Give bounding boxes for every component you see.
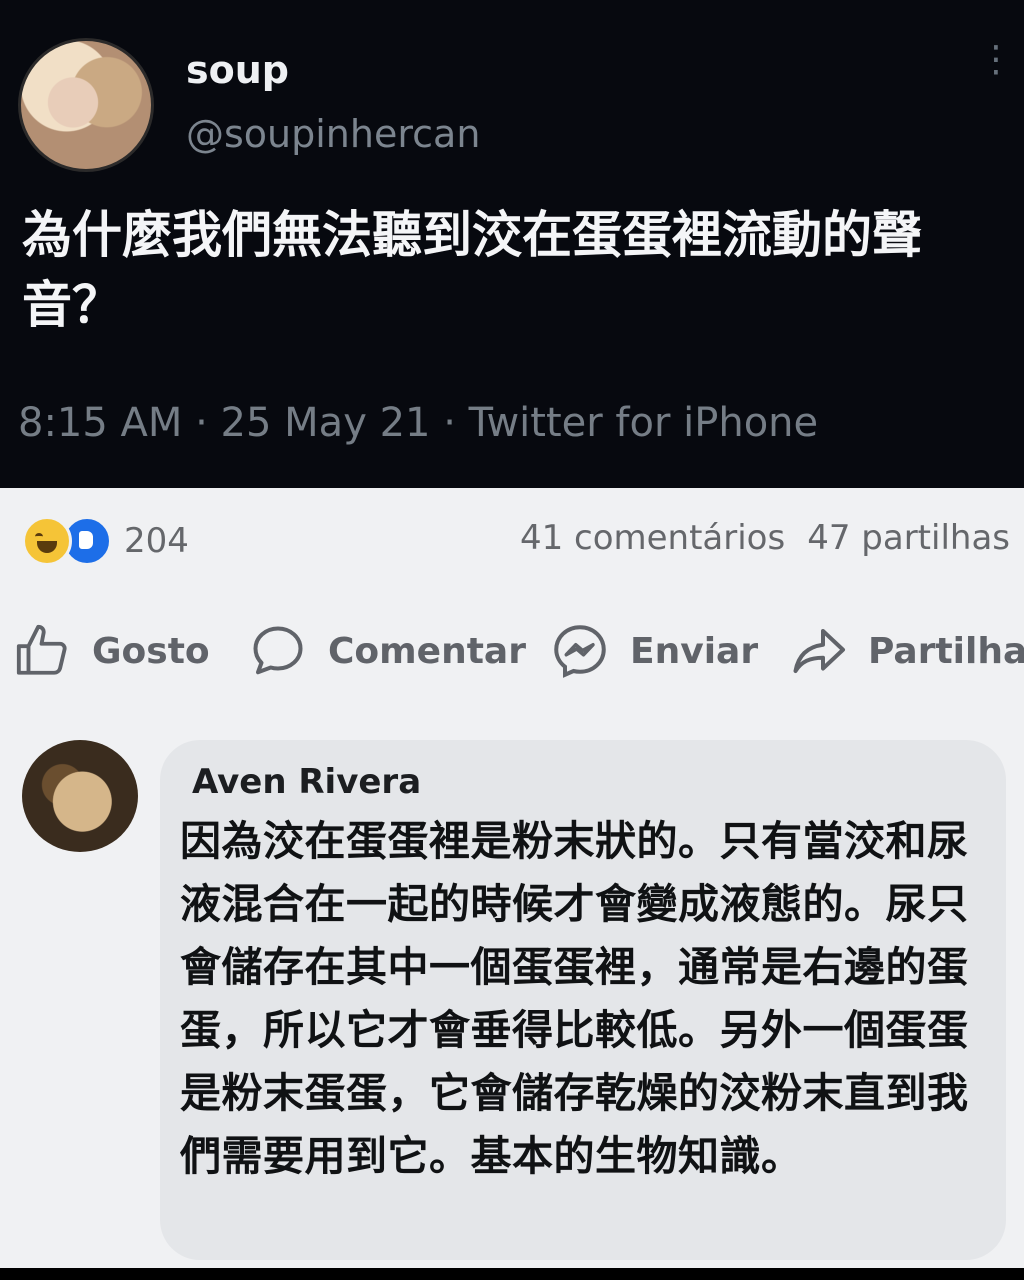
like-label: Gosto bbox=[92, 630, 210, 672]
share-button[interactable]: Partilhar bbox=[788, 616, 1024, 686]
share-label: Partilhar bbox=[868, 630, 1024, 672]
reactions-summary[interactable]: 204 bbox=[22, 516, 189, 566]
share-arrow-icon bbox=[793, 629, 845, 673]
comments-count[interactable]: 41 comentários bbox=[520, 518, 785, 558]
tweet-meta: 8:15 AM · 25 May 21 · Twitter for iPhone bbox=[18, 400, 819, 446]
messenger-icon bbox=[554, 625, 606, 678]
avatar[interactable] bbox=[18, 38, 154, 172]
thumbs-up-icon bbox=[16, 624, 67, 675]
speech-bubble-icon bbox=[253, 626, 303, 675]
like-button[interactable]: Gosto bbox=[14, 616, 210, 686]
haha-reaction-icon bbox=[22, 516, 72, 566]
action-bar: Gosto Comentar Enviar Partilhar bbox=[0, 616, 1024, 686]
author-handle[interactable]: @soupinhercan bbox=[186, 112, 480, 156]
more-options-icon[interactable]: ⋮ bbox=[978, 42, 1014, 100]
commenter-name[interactable]: Aven Rivera bbox=[192, 762, 421, 802]
tweet-text: 為什麼我們無法聽到洨在蛋蛋裡流動的聲音？ bbox=[22, 206, 922, 334]
comment-label: Comentar bbox=[328, 630, 526, 672]
facebook-post-footer: 204 41 comentários 47 partilhas Gosto Com… bbox=[0, 488, 1024, 1268]
send-label: Enviar bbox=[630, 630, 759, 672]
send-button[interactable]: Enviar bbox=[550, 616, 758, 686]
tweet-card: soup @soupinhercan ⋮ 為什麼我們無法聽到洨在蛋蛋裡流動的聲音… bbox=[0, 0, 1024, 488]
commenter-avatar[interactable] bbox=[22, 740, 138, 852]
reaction-count: 204 bbox=[124, 521, 189, 561]
shares-count[interactable]: 47 partilhas bbox=[807, 518, 1010, 558]
comment-button[interactable]: Comentar bbox=[248, 616, 526, 686]
comment-text: 因為洨在蛋蛋裡是粉末狀的。只有當洨和尿液混合在一起的時候才會變成液態的。尿只會儲… bbox=[180, 817, 969, 1180]
author-name[interactable]: soup bbox=[186, 48, 289, 92]
post-stats: 41 comentários 47 partilhas bbox=[520, 518, 1010, 558]
